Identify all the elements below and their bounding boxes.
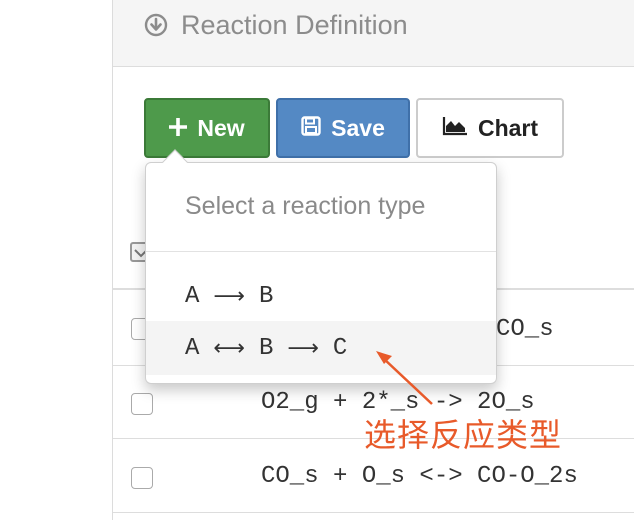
panel-title: Reaction Definition xyxy=(181,10,408,40)
annotation-label: 选择反应类型 xyxy=(364,417,563,453)
dropdown-header: Select a reaction type xyxy=(185,192,426,220)
row-checkbox[interactable] xyxy=(131,467,153,489)
left-right-arrow-icon: ⟷ xyxy=(213,335,245,361)
save-button[interactable]: Save xyxy=(276,98,410,158)
reaction-equation: CO_s xyxy=(496,316,554,343)
plus-icon xyxy=(168,115,189,142)
reaction-equation: CO_s + O_s <-> CO-O_2s xyxy=(261,463,578,490)
species-b: B xyxy=(258,282,274,310)
panel-heading[interactable]: Reaction Definition xyxy=(113,0,634,67)
species-c: C xyxy=(332,334,348,362)
reaction-type-a-equilibrium-b-to-c[interactable]: A ⟷ B ⟶ C xyxy=(146,321,496,375)
chart-button[interactable]: Chart xyxy=(416,98,564,158)
species-a: A xyxy=(185,334,200,362)
save-button-label: Save xyxy=(331,114,385,141)
species-a: A xyxy=(185,282,200,310)
new-button-label: New xyxy=(197,114,245,141)
reaction-type-a-to-b[interactable]: A ⟶ B xyxy=(146,269,496,323)
reaction-type-dropdown: Select a reaction type A ⟶ B A ⟷ B ⟶ C xyxy=(145,149,497,384)
left-sidebar-strip xyxy=(0,0,113,520)
area-chart-icon xyxy=(442,115,468,142)
row-checkbox[interactable] xyxy=(131,393,153,415)
arrow-circle-down-icon xyxy=(144,13,168,37)
species-b: B xyxy=(258,334,274,362)
right-arrow-icon: ⟶ xyxy=(213,283,245,309)
dropdown-divider xyxy=(146,251,496,252)
right-arrow-icon: ⟶ xyxy=(287,335,319,361)
floppy-disk-icon xyxy=(301,115,321,142)
new-button[interactable]: New xyxy=(144,98,270,158)
chart-button-label: Chart xyxy=(477,114,539,141)
